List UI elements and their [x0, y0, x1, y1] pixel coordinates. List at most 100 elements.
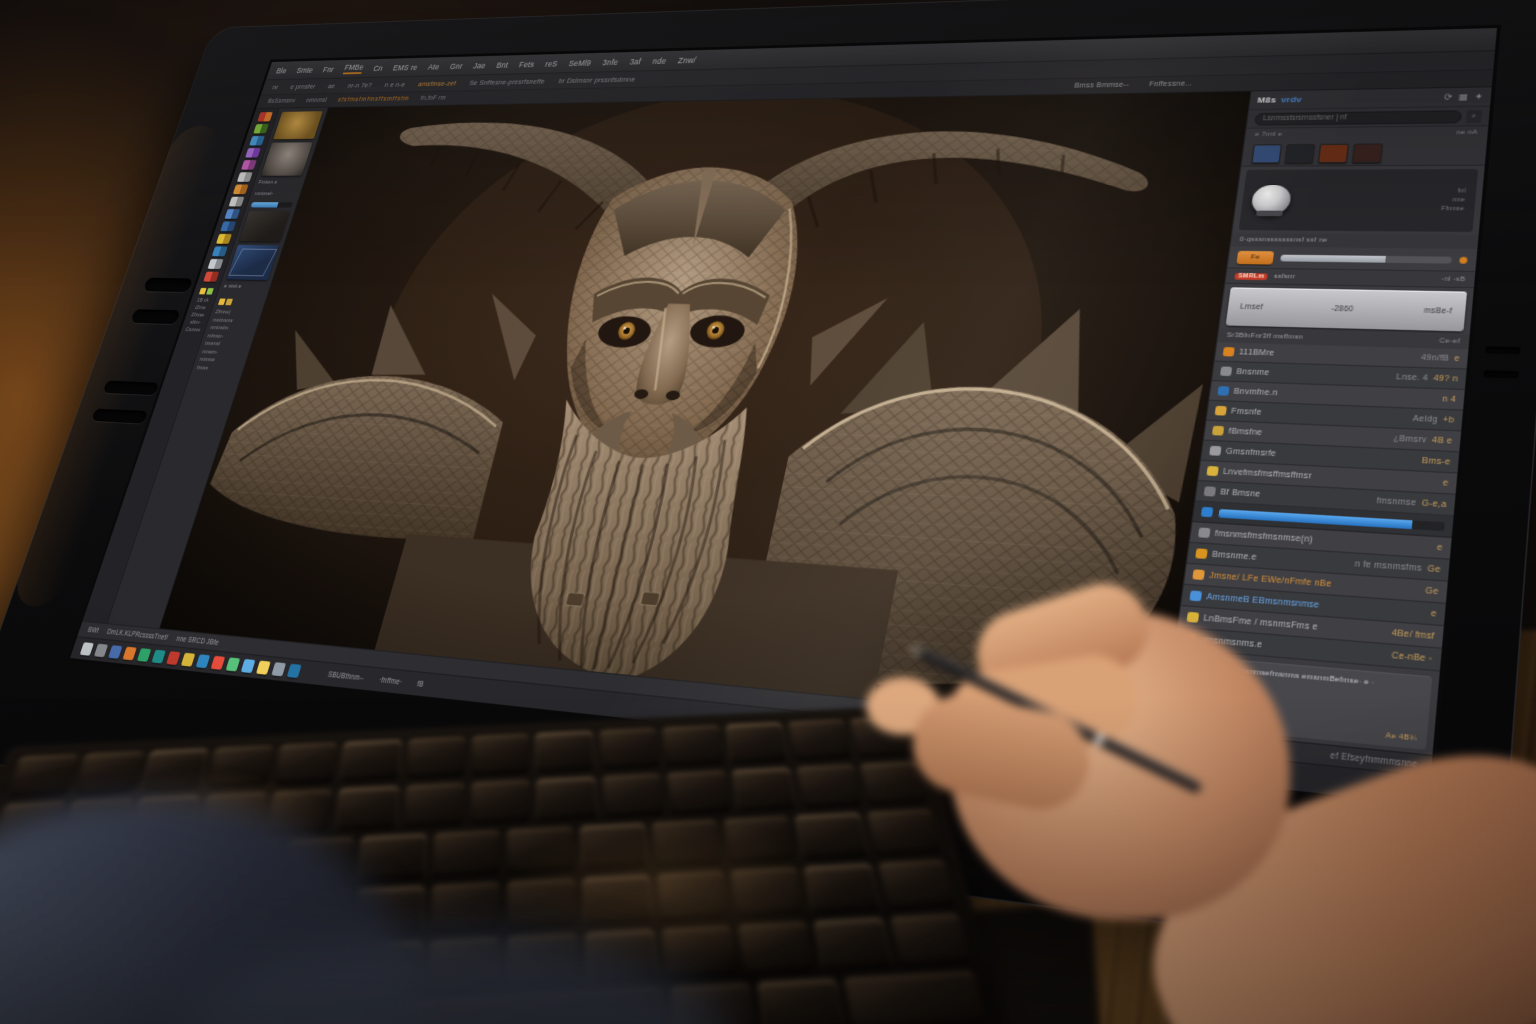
row-label: Bf Bmsne: [1220, 488, 1261, 499]
menu-item[interactable]: Fnr: [322, 65, 335, 74]
taskbar-app-icon[interactable]: [256, 661, 271, 675]
tool-icon[interactable]: [241, 160, 257, 170]
tool-icon[interactable]: [228, 197, 244, 207]
panel-header-icon[interactable]: ⟳: [1443, 92, 1453, 102]
keyboard-key: [788, 719, 853, 761]
taskbar-app-icon[interactable]: [196, 654, 211, 668]
thumbnail-strip: [1241, 139, 1487, 166]
toolbar-item[interactable]: br Dslmsnr prssnfsdmne: [558, 75, 637, 85]
taskbar-app-icon[interactable]: [271, 662, 286, 676]
taskbar-app-icon[interactable]: [108, 645, 122, 659]
material-thumbnail[interactable]: [1352, 143, 1384, 163]
toolbar-item[interactable]: nr: [271, 83, 279, 91]
taskbar-app-icon[interactable]: [166, 651, 180, 665]
material-thumbnail[interactable]: [1251, 144, 1282, 163]
taskbar-app-icon[interactable]: [211, 656, 226, 670]
row-mid-value: fmsnmse: [1376, 496, 1416, 507]
tool-icon[interactable]: [207, 259, 223, 269]
tool-icon[interactable]: [224, 209, 240, 219]
material-thumbnail[interactable]: [1318, 143, 1349, 162]
toolbar-item[interactable]: e prnsfer: [289, 82, 316, 90]
toolbar-item[interactable]: Fnffessne...: [1148, 80, 1193, 88]
toolbar-item[interactable]: fn,fnF rm: [420, 95, 447, 102]
keyboard-key: [406, 737, 466, 779]
wireframe-thumbnail[interactable]: [226, 245, 279, 280]
mini-icon-pair: [198, 288, 213, 295]
menu-item[interactable]: FMBe: [343, 63, 365, 75]
bezel-vent: [1483, 370, 1518, 378]
menu-item[interactable]: Bnt: [496, 60, 510, 69]
toolbar-item[interactable]: amsfmse-zef: [417, 79, 457, 88]
menu-item[interactable]: SeMl9: [568, 58, 593, 67]
tool-icon[interactable]: [249, 136, 265, 146]
taskbar-app-icon[interactable]: [226, 657, 241, 671]
taskbar-app-icon[interactable]: [80, 642, 94, 656]
menu-item[interactable]: Gnr: [449, 61, 464, 70]
taskbar-app-icon[interactable]: [137, 648, 151, 662]
toolbar-item[interactable]: nmnmsl: [305, 97, 327, 103]
tool-icon[interactable]: [220, 221, 236, 231]
menu-item[interactable]: Smte: [296, 65, 315, 74]
menu-item[interactable]: reS: [544, 59, 559, 68]
tool-icon[interactable]: [253, 124, 269, 134]
mini-icon[interactable]: [198, 288, 206, 295]
taskbar-app-icon[interactable]: [181, 653, 196, 667]
tool-icon[interactable]: [216, 234, 232, 244]
keyboard-key: [757, 978, 846, 1024]
menu-item[interactable]: Ble: [275, 66, 288, 75]
orange-button[interactable]: Fe: [1236, 250, 1274, 264]
row-icon: [1209, 446, 1221, 456]
mini-icon[interactable]: [225, 299, 233, 306]
tool-icon[interactable]: [211, 246, 227, 256]
menu-item[interactable]: nde: [652, 56, 668, 65]
row-icon: [1223, 347, 1235, 356]
row-label: Bmsnme.e: [1212, 550, 1258, 562]
tool-icon[interactable]: [245, 148, 261, 158]
toolbar-item[interactable]: ae: [327, 82, 336, 90]
mini-icon[interactable]: [206, 288, 214, 295]
artist-hand: [860, 585, 1536, 1024]
panel-header-icon[interactable]: ✦: [1474, 92, 1484, 102]
row-icon: [1220, 366, 1232, 376]
menu-item[interactable]: Fets: [518, 59, 535, 68]
tool-icon[interactable]: [232, 185, 248, 195]
search-input[interactable]: [1254, 110, 1462, 125]
tool-icon[interactable]: [257, 112, 273, 122]
menu-item[interactable]: Jae: [472, 61, 487, 70]
menu-item[interactable]: Cn: [372, 64, 384, 73]
taskbar-app-icon[interactable]: [94, 644, 108, 658]
toolbar-item[interactable]: sfsfmsfmfmsffsmffsfm: [337, 96, 410, 103]
mini-icon-pair: [218, 298, 262, 306]
tool-icon[interactable]: [236, 172, 252, 182]
toolbar-item[interactable]: n e n-e: [384, 80, 407, 88]
taskbar-app-icon[interactable]: [151, 650, 165, 664]
search-icon[interactable]: ⌕: [1466, 109, 1482, 122]
menu-item[interactable]: EMS re: [392, 63, 419, 72]
gold-material-thumbnail[interactable]: [273, 111, 323, 139]
tagged-row[interactable]: SMRLm ssfsnr -nl -sB: [1225, 268, 1475, 288]
tool-icon[interactable]: [203, 272, 219, 282]
menu-item[interactable]: Ate: [427, 62, 441, 71]
taskbar-app-icon[interactable]: [287, 664, 302, 678]
app-logo: M8s: [1257, 95, 1277, 105]
material-preview-tile[interactable]: fnlnneFfnnse: [1239, 169, 1478, 232]
toolbar-item[interactable]: nr-n 7e?: [347, 81, 373, 89]
taskbar-app-icon[interactable]: [241, 659, 256, 673]
brush-size-slider[interactable]: [250, 202, 293, 207]
taskbar-app-icon[interactable]: [122, 647, 136, 661]
texture-thumbnail[interactable]: [239, 211, 290, 242]
sculpt-preview-thumbnail[interactable]: [261, 142, 313, 175]
layer-list-item[interactable]: fmws: [196, 364, 240, 374]
gradient-value-bar[interactable]: Lmsef -2860 msBe-f: [1226, 287, 1467, 331]
toolbar-item[interactable]: Bmss Bmmse--: [1074, 82, 1130, 90]
reset-dot-icon[interactable]: [1459, 256, 1467, 263]
material-thumbnail[interactable]: [1284, 143, 1315, 162]
row-value: Bms-e: [1422, 456, 1451, 466]
menu-item[interactable]: Znw/: [677, 55, 697, 65]
value-slider[interactable]: [1280, 254, 1452, 263]
menu-item[interactable]: 3af: [629, 57, 643, 66]
toolbar-item[interactable]: BsSsmsnv: [267, 98, 296, 104]
menu-item[interactable]: 3nfe: [602, 57, 620, 66]
panel-header-icon[interactable]: ▦: [1458, 92, 1469, 102]
toolbar-item[interactable]: Se Snffesne-presrfsneffe: [468, 77, 546, 87]
